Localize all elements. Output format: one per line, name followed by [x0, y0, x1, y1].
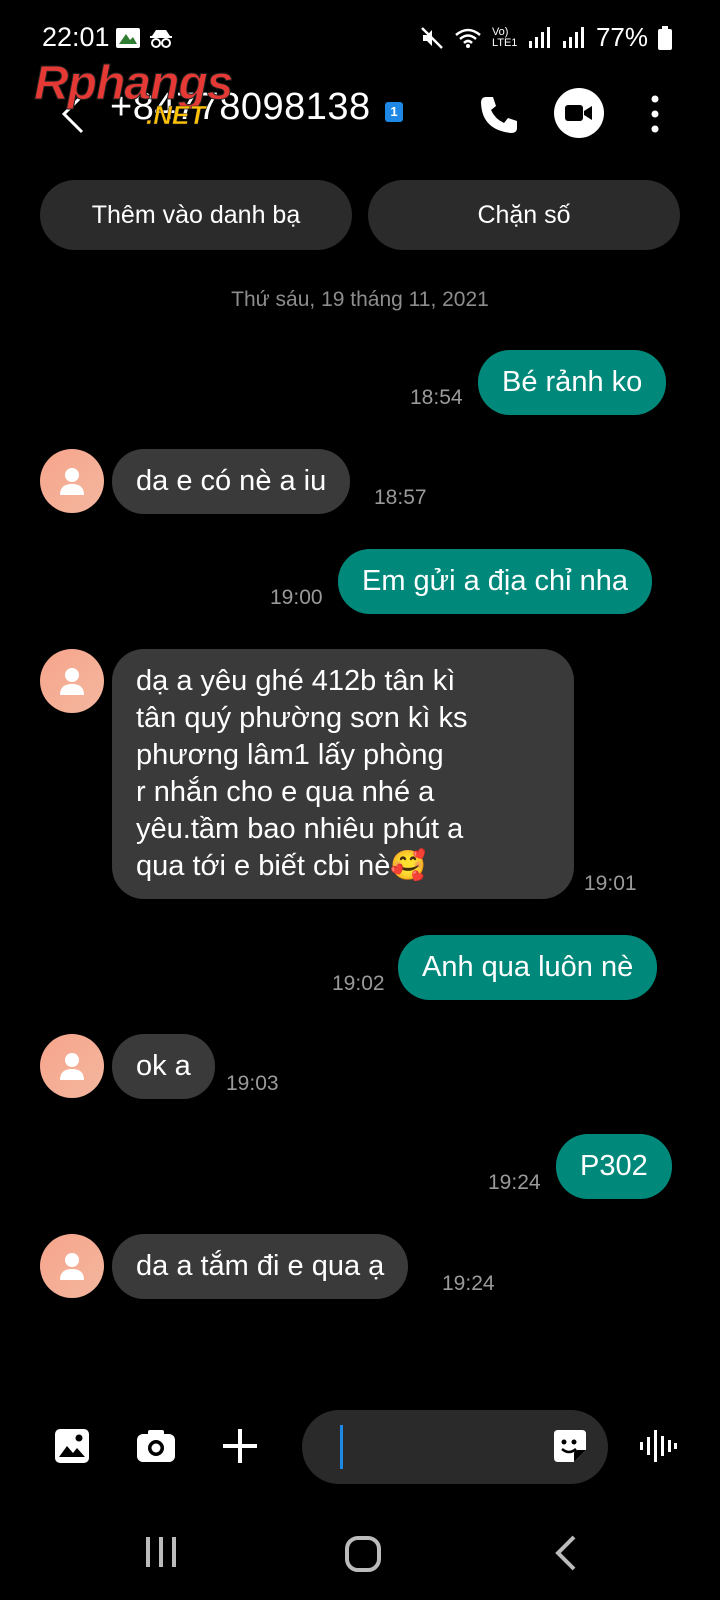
message-time: 18:54: [410, 386, 463, 409]
signal-icon: [528, 26, 550, 48]
phone-icon[interactable]: [478, 94, 520, 136]
avatar[interactable]: [40, 449, 104, 513]
voice-icon[interactable]: [638, 1428, 678, 1464]
network-label: Vo) LTE1: [491, 25, 518, 49]
camera-icon[interactable]: [136, 1428, 176, 1464]
more-icon[interactable]: [648, 94, 662, 134]
message-bubble-incoming[interactable]: da e có nè a iu: [112, 449, 351, 514]
message-time: 18:57: [374, 486, 427, 509]
text-cursor: [340, 1425, 343, 1469]
gallery-icon[interactable]: [54, 1428, 90, 1464]
person-icon: [60, 1253, 84, 1280]
message-time: 19:00: [270, 586, 323, 609]
message-time: 19:03: [226, 1072, 279, 1095]
message-line: tân quý phường sơn kì ks: [136, 702, 468, 734]
block-number-button[interactable]: Chặn số: [368, 180, 680, 250]
home-icon[interactable]: [344, 1535, 382, 1573]
incognito-icon: [150, 30, 172, 48]
watermark-logo: Rphangs .NET: [34, 59, 264, 134]
message-bubble-incoming[interactable]: ok a: [112, 1034, 215, 1099]
person-icon: [60, 668, 84, 695]
status-time: 22:01: [42, 22, 110, 52]
message-line: qua tới e biết cbi nè🥰: [136, 850, 427, 882]
message-time: 19:24: [488, 1171, 541, 1194]
message-time: 19:24: [442, 1272, 495, 1295]
sticker-icon[interactable]: [552, 1428, 588, 1464]
battery-icon: [658, 25, 672, 50]
app-notification-icon: [116, 28, 140, 48]
message-time: 19:02: [332, 972, 385, 995]
person-icon: [60, 1053, 84, 1080]
signal-icon-2: [562, 26, 584, 48]
notification-icons: [116, 28, 174, 48]
video-call-button[interactable]: [554, 88, 604, 138]
sim-badge: 1: [385, 102, 403, 122]
wifi-icon: [455, 28, 481, 48]
message-bubble-incoming[interactable]: dạ a yêu ghé 412b tân kì tân quý phường …: [112, 649, 574, 899]
message-bubble-outgoing[interactable]: P302: [556, 1134, 672, 1199]
message-line: phương lâm1 lấy phòng: [136, 739, 444, 771]
watermark-sub: .NET: [146, 100, 206, 131]
message-bubble-incoming[interactable]: da a tắm đi e qua ạ: [112, 1234, 409, 1299]
recent-apps-icon[interactable]: [144, 1535, 178, 1569]
add-contact-button[interactable]: Thêm vào danh bạ: [40, 180, 352, 250]
video-call-icon: [565, 105, 592, 121]
battery-percent: 77%: [595, 22, 648, 52]
person-icon: [60, 468, 84, 495]
message-bubble-outgoing[interactable]: Bé rảnh ko: [478, 350, 667, 415]
date-divider: Thứ sáu, 19 tháng 11, 2021: [231, 288, 489, 311]
status-right: Vo) LTE1 77%: [420, 22, 672, 53]
message-line: yêu.tầm bao nhiêu phút a: [136, 813, 464, 845]
message-time: 19:01: [584, 872, 637, 895]
plus-icon[interactable]: [222, 1428, 258, 1464]
avatar[interactable]: [40, 1234, 104, 1298]
mute-icon: [421, 26, 443, 49]
message-bubble-outgoing[interactable]: Em gửi a địa chỉ nha: [338, 549, 653, 614]
message-line: r nhắn cho e qua nhé a: [136, 776, 435, 808]
message-bubble-outgoing[interactable]: Anh qua luôn nè: [398, 935, 658, 1000]
back-nav-icon[interactable]: [552, 1535, 578, 1571]
avatar[interactable]: [40, 649, 104, 713]
avatar[interactable]: [40, 1034, 104, 1098]
message-line: dạ a yêu ghé 412b tân kì: [136, 665, 456, 697]
